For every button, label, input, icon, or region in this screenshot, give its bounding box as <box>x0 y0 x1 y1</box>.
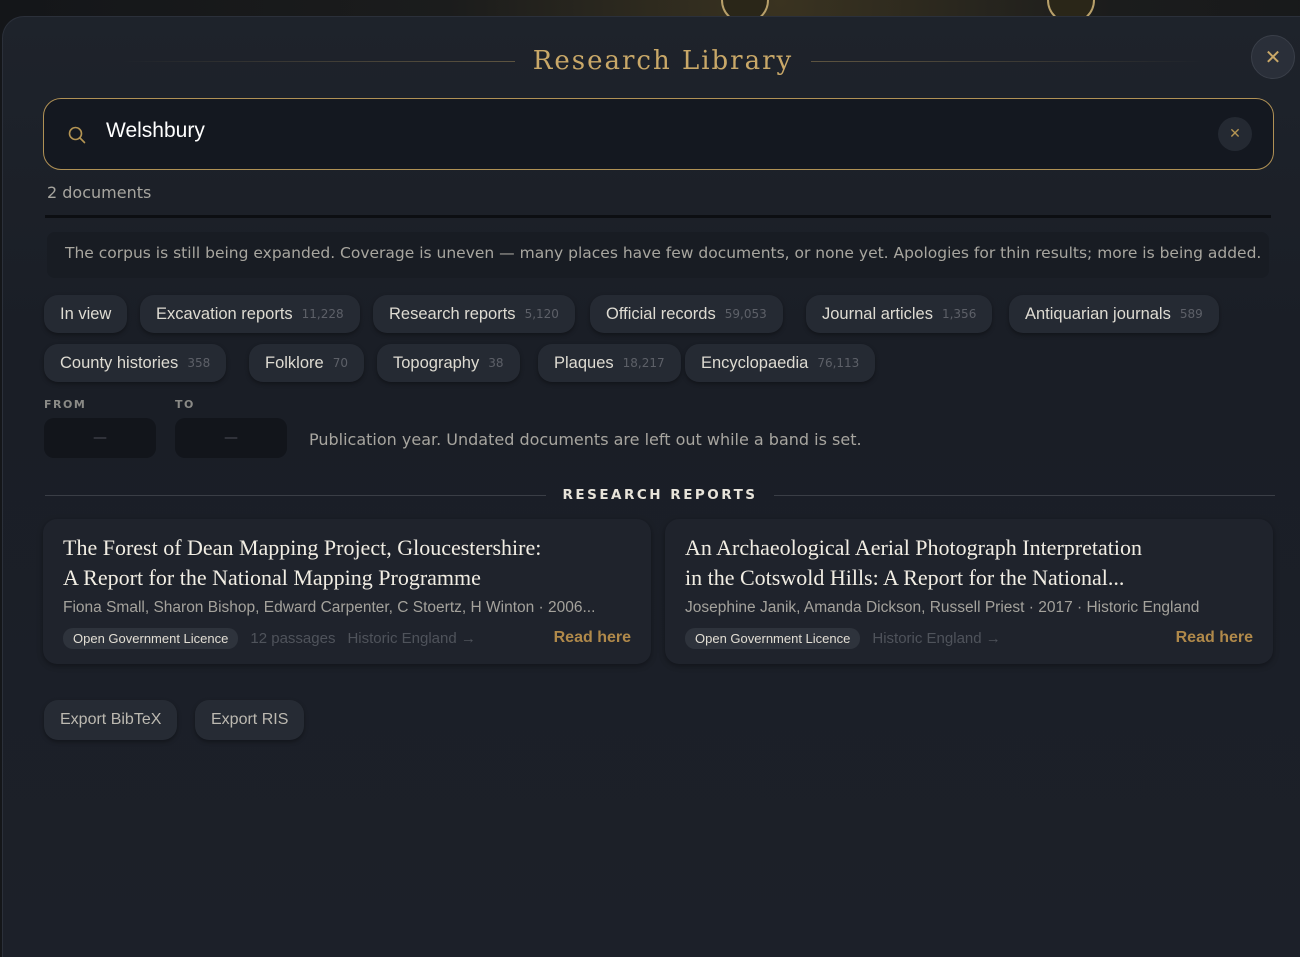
licence-badge: Open Government Licence <box>63 627 239 649</box>
search-box[interactable]: Welshbury ✕ <box>43 98 1274 170</box>
research-library-panel: Research Library ✕ Welshbury ✕ 2 documen… <box>2 16 1300 957</box>
chip-label: Journal articles <box>822 304 933 323</box>
filter-chip-plaques[interactable]: Plaques 18,217 <box>538 344 681 382</box>
filter-chip-research-reports[interactable]: Research reports 5,120 <box>373 295 575 333</box>
filter-chip-journal-articles[interactable]: Journal articles 1,356 <box>806 295 993 333</box>
card-title-line: The Forest of Dean Mapping Project, Glou… <box>63 535 542 560</box>
chip-label: Folklore <box>265 353 324 372</box>
source-link[interactable]: Historic England → <box>347 630 475 647</box>
section-header: RESEARCH REPORTS <box>45 485 1275 505</box>
title-row: Research Library <box>121 41 1205 81</box>
divider <box>45 494 547 496</box>
card-meta: Fiona Small, Sharon Bishop, Edward Carpe… <box>63 599 596 616</box>
from-label: FROM <box>44 398 87 411</box>
card-title-line: in the Cotswold Hills: A Report for the … <box>685 565 1125 590</box>
section-title: RESEARCH REPORTS <box>562 487 758 503</box>
card-title[interactable]: The Forest of Dean Mapping Project, Glou… <box>63 533 563 593</box>
panel-title: Research Library <box>532 46 794 76</box>
card-footer: Open Government Licence Historic England… <box>685 626 1253 650</box>
filter-chip-folklore[interactable]: Folklore 70 <box>249 344 364 382</box>
card-footer: Open Government Licence 12 passages Hist… <box>63 626 631 650</box>
search-input[interactable]: Welshbury <box>106 119 205 143</box>
to-year-input[interactable]: — <box>175 418 287 458</box>
clear-search-button[interactable]: ✕ <box>1218 117 1252 151</box>
result-card[interactable]: An Archaeological Aerial Photograph Inte… <box>665 519 1273 664</box>
chip-label: Topography <box>393 353 480 372</box>
filter-chip-excavation-reports[interactable]: Excavation reports 11,228 <box>140 295 360 333</box>
close-button[interactable]: ✕ <box>1251 35 1295 79</box>
divider <box>773 494 1275 496</box>
chip-count: 11,228 <box>301 307 344 321</box>
chip-label: Plaques <box>554 353 614 372</box>
filter-chip-antiquarian-journals[interactable]: Antiquarian journals 589 <box>1009 295 1219 333</box>
chip-label: Research reports <box>389 304 516 323</box>
result-card[interactable]: The Forest of Dean Mapping Project, Glou… <box>43 519 651 664</box>
chip-count: 70 <box>332 356 348 370</box>
card-title-line: A Report for the National Mapping Progra… <box>63 565 481 590</box>
search-icon <box>68 126 86 144</box>
filter-chip-encyclopaedia[interactable]: Encyclopaedia 76,113 <box>685 344 876 382</box>
read-here-link[interactable]: Read here <box>554 629 631 647</box>
close-icon: ✕ <box>1229 126 1241 142</box>
divider <box>45 215 1271 218</box>
divider <box>811 60 1205 62</box>
result-count: 2 documents <box>47 183 152 202</box>
chip-label: Antiquarian journals <box>1025 304 1171 323</box>
chip-count: 1,356 <box>941 307 977 321</box>
chip-label: Excavation reports <box>156 304 293 323</box>
card-title-line: An Archaeological Aerial Photograph Inte… <box>685 535 1142 560</box>
card-meta: Josephine Janik, Amanda Dickson, Russell… <box>685 599 1200 616</box>
chip-count: 76,113 <box>817 356 860 370</box>
filter-chip-official-records[interactable]: Official records 59,053 <box>590 295 783 333</box>
export-bibtex-button[interactable]: Export BibTeX <box>44 700 178 740</box>
filter-chip-topography[interactable]: Topography 38 <box>377 344 520 382</box>
chip-count: 358 <box>187 356 211 370</box>
export-ris-button[interactable]: Export RIS <box>195 700 305 740</box>
chip-count: 59,053 <box>724 307 767 321</box>
chip-label: County histories <box>60 353 179 372</box>
filter-chip-in-view[interactable]: In view <box>44 295 128 333</box>
passage-count: 12 passages <box>250 629 336 647</box>
source-link[interactable]: Historic England → <box>872 630 1000 647</box>
chip-label: Official records <box>606 304 716 323</box>
read-here-link[interactable]: Read here <box>1176 629 1253 647</box>
chip-count: 589 <box>1179 307 1203 321</box>
chip-label: Encyclopaedia <box>701 353 809 372</box>
divider <box>121 60 515 62</box>
chip-count: 18,217 <box>622 356 665 370</box>
chip-count: 5,120 <box>524 307 559 321</box>
coverage-notice: The corpus is still being expanded. Cove… <box>47 232 1269 278</box>
chip-label: In view <box>60 304 112 323</box>
from-year-input[interactable]: — <box>44 418 156 458</box>
close-icon: ✕ <box>1264 45 1282 69</box>
licence-badge: Open Government Licence <box>685 627 861 649</box>
chip-count: 38 <box>488 356 504 370</box>
to-label: TO <box>175 398 195 411</box>
card-title[interactable]: An Archaeological Aerial Photograph Inte… <box>685 533 1185 593</box>
year-note: Publication year. Undated documents are … <box>309 430 862 449</box>
filter-chip-county-histories[interactable]: County histories 358 <box>44 344 227 382</box>
